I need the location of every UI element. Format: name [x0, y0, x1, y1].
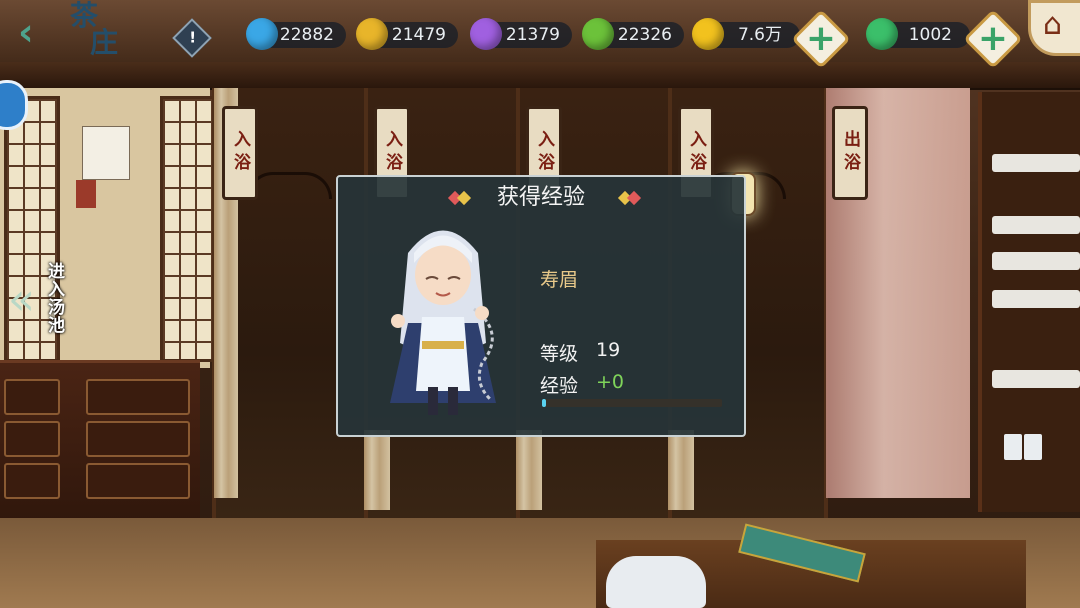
chevron-left-icon: ‹: [18, 10, 34, 54]
drawer: [4, 463, 60, 499]
cup: [1004, 434, 1022, 460]
resource-gold-gem: 21479: [356, 18, 458, 50]
resource-value: 21379: [505, 25, 560, 45]
cup: [1024, 434, 1042, 460]
level-label: 等级: [540, 343, 579, 365]
curtain: [668, 430, 694, 510]
white-cloth: [606, 556, 706, 608]
resource-gold-coin: 7.6万: [692, 18, 800, 50]
resource-jade-gem: 1002: [866, 18, 970, 50]
drawer: [86, 463, 190, 499]
double-chevron-left-icon: «: [8, 274, 35, 325]
bath-sign: 出浴: [832, 106, 868, 200]
hero-name: 寿眉: [540, 269, 579, 291]
folded-towel: [992, 252, 1080, 270]
lintel: [0, 62, 1080, 90]
plus-icon: +: [977, 18, 1009, 59]
level-value: 19: [596, 339, 621, 361]
drawer: [4, 379, 60, 415]
exp-label: 经验: [540, 375, 579, 397]
page-title: 茶 庄: [70, 2, 136, 58]
coat-hanger: [246, 172, 332, 199]
purple-gem-icon: [470, 18, 502, 50]
resource-green-gem: 22326: [582, 18, 684, 50]
resource-value: 1002: [908, 25, 952, 45]
folded-towel: [992, 216, 1080, 234]
jade-gem-icon: [866, 18, 898, 50]
back-button[interactable]: ‹: [18, 12, 50, 52]
curtain: [516, 430, 542, 510]
resource-purple-gem: 21379: [470, 18, 572, 50]
dialog-title: 获得经验: [496, 185, 585, 210]
house-icon: ⌂: [1043, 7, 1063, 42]
exp-progress-bar: [542, 399, 722, 407]
drawer: [4, 421, 60, 457]
plus-icon: +: [805, 18, 837, 59]
enter-pool-label: 进入汤池: [44, 262, 64, 334]
blue-gem-icon: [246, 18, 278, 50]
wall-tag: [76, 180, 96, 208]
exp-gain-value: +0: [596, 371, 625, 393]
hero-portrait: [390, 230, 496, 415]
enter-pool-button[interactable]: « 进入汤池: [6, 262, 72, 346]
exp-progress-fill: [542, 399, 546, 407]
exclamation-icon: !: [189, 28, 197, 47]
title-char: 庄: [90, 26, 119, 59]
folded-towel: [992, 290, 1080, 308]
folded-towel: [992, 370, 1080, 388]
resource-value: 7.6万: [737, 25, 782, 45]
gold-coin-icon: [692, 18, 724, 50]
resource-value: 22326: [617, 25, 672, 45]
resource-blue-gem: 22882: [246, 18, 346, 50]
drawer-cabinet: [0, 360, 200, 533]
resource-value: 21479: [391, 25, 446, 45]
curtain: [364, 430, 390, 510]
shoji-screen: [160, 96, 216, 362]
green-gem-icon: [582, 18, 614, 50]
resource-value: 22882: [279, 25, 334, 45]
drawer: [86, 379, 190, 415]
bath-sign: 入浴: [222, 106, 258, 200]
gold-gem-icon: [356, 18, 388, 50]
drawer: [86, 421, 190, 457]
exp-gain-dialog[interactable]: 获得经验 寿眉 等级 19 经验 +0: [336, 175, 746, 437]
title-char: 茶: [70, 0, 99, 32]
home-button[interactable]: ⌂: [1028, 0, 1080, 56]
wall-notice: [82, 126, 130, 180]
folded-towel: [992, 154, 1080, 172]
